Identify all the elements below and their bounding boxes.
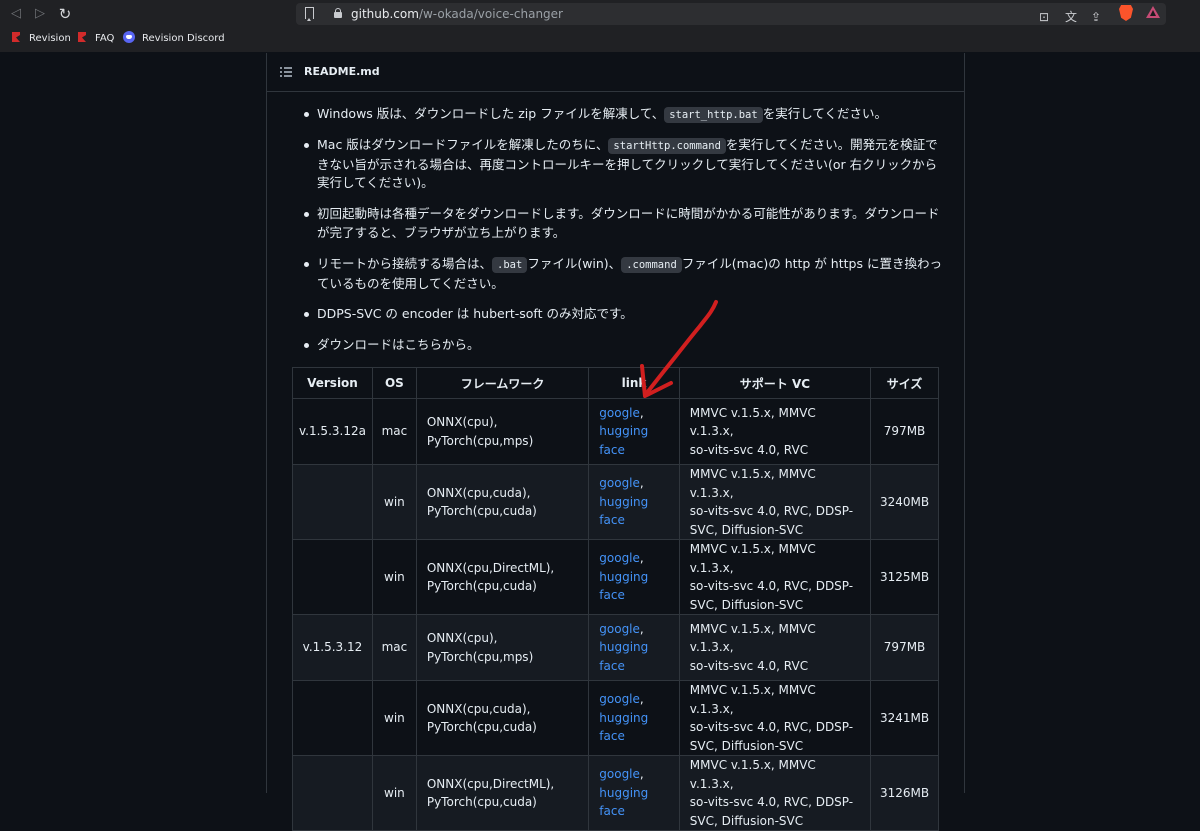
share-icon[interactable]: ⇪ xyxy=(1088,9,1104,25)
cell-version: v.1.5.3.12 xyxy=(292,614,373,681)
table-row: win ONNX(cpu,cuda), PyTorch(cpu,cuda) goo… xyxy=(292,680,939,756)
link-hugging-face[interactable]: hugging face xyxy=(599,424,648,457)
link-hugging-face[interactable]: hugging face xyxy=(599,640,648,673)
header-size: サイズ xyxy=(870,367,939,399)
cell-size: 3126MB xyxy=(870,755,939,831)
cell-link: google, hugging face xyxy=(588,539,680,615)
address-bar[interactable]: github.com/w-okada/voice-changer ⊡ 文 ⇪ xyxy=(296,3,1166,25)
cell-support-vc: MMVC v.1.5.x, MMVC v.1.3.x, so-vits-svc 4… xyxy=(678,398,872,465)
lock-icon[interactable] xyxy=(334,8,342,18)
cell-framework: ONNX(cpu), PyTorch(cpu,mps) xyxy=(415,398,590,465)
link-google[interactable]: google xyxy=(599,551,640,565)
cell-support-vc: MMVC v.1.5.x, MMVC v.1.3.x, so-vits-svc 4… xyxy=(678,539,872,615)
bookmark-revision[interactable]: Revision xyxy=(12,28,71,52)
cell-size: 3125MB xyxy=(870,539,939,615)
download-table: Version OS フレームワーク link サポート VC サイズ v.1.… xyxy=(292,367,939,831)
install-icon[interactable]: ⊡ xyxy=(1036,9,1052,25)
list-item: リモートから接続する場合は、 .bat ファイル(win)、 .command ファイル… xyxy=(304,255,942,293)
header-support-vc: サポート VC xyxy=(678,367,872,399)
cell-os: mac xyxy=(371,614,417,681)
inline-code: .command xyxy=(621,257,682,273)
link-hugging-face[interactable]: hugging face xyxy=(599,786,648,819)
cell-version xyxy=(292,464,373,540)
cell-framework: ONNX(cpu,DirectML), PyTorch(cpu,cuda) xyxy=(415,539,590,615)
header-link: link xyxy=(588,367,680,399)
header-version: Version xyxy=(292,367,373,399)
cell-link: google, hugging face xyxy=(588,755,680,831)
inline-code: .bat xyxy=(492,257,528,273)
table-row: win ONNX(cpu,DirectML), PyTorch(cpu,cuda)… xyxy=(292,539,939,615)
cell-link: google, hugging face xyxy=(588,614,680,681)
link-hugging-face[interactable]: hugging face xyxy=(599,570,648,603)
cell-support-vc: MMVC v.1.5.x, MMVC v.1.3.x, so-vits-svc 4… xyxy=(678,614,872,681)
bookmark-faq[interactable]: FAQ xyxy=(78,28,114,52)
link-google[interactable]: google xyxy=(599,692,640,706)
list-item: ダウンロードはこちらから。 xyxy=(304,336,942,355)
link-google[interactable]: google xyxy=(599,767,640,781)
list-item: Mac 版はダウンロードファイルを解凍したのちに、 startHttp.comma… xyxy=(304,136,942,193)
link-hugging-face[interactable]: hugging face xyxy=(599,711,648,744)
revision-icon xyxy=(78,32,86,42)
inline-code: start_http.bat xyxy=(664,107,763,123)
list-item: 初回起動時は各種データをダウンロードします。ダウンロードに時間がかかる可能性があ… xyxy=(304,205,942,242)
cell-link: google, hugging face xyxy=(588,464,680,540)
cell-os: win xyxy=(371,464,417,540)
cell-version xyxy=(292,680,373,756)
cell-os: win xyxy=(371,680,417,756)
back-icon[interactable]: ◁ xyxy=(7,5,25,23)
cell-link: google, hugging face xyxy=(588,680,680,756)
revision-icon xyxy=(12,32,20,42)
cell-version xyxy=(292,539,373,615)
cell-support-vc: MMVC v.1.5.x, MMVC v.1.3.x, so-vits-svc 4… xyxy=(678,755,872,831)
cell-version xyxy=(292,755,373,831)
link-google[interactable]: google xyxy=(599,406,640,420)
table-row: v.1.5.3.12 mac ONNX(cpu), PyTorch(cpu,mps… xyxy=(292,614,939,681)
link-hugging-face[interactable]: hugging face xyxy=(599,495,648,528)
cell-support-vc: MMVC v.1.5.x, MMVC v.1.3.x, so-vits-svc 4… xyxy=(678,680,872,756)
bookmark-icon[interactable] xyxy=(305,7,314,21)
cell-size: 797MB xyxy=(870,398,939,465)
bookmark-revision-discord[interactable]: Revision Discord xyxy=(123,28,225,52)
cell-os: mac xyxy=(371,398,417,465)
header-os: OS xyxy=(371,367,417,399)
list-item: Windows 版は、ダウンロードした zip ファイルを解凍して、 start_… xyxy=(304,105,942,125)
cell-link: google, hugging face xyxy=(588,398,680,465)
outline-list-icon[interactable] xyxy=(280,67,292,77)
cell-support-vc: MMVC v.1.5.x, MMVC v.1.3.x, so-vits-svc 4… xyxy=(678,464,872,540)
cell-size: 3241MB xyxy=(870,680,939,756)
brave-rewards-icon[interactable] xyxy=(1146,6,1160,18)
cell-framework: ONNX(cpu), PyTorch(cpu,mps) xyxy=(415,614,590,681)
cell-size: 3240MB xyxy=(870,464,939,540)
cell-framework: ONNX(cpu,cuda), PyTorch(cpu,cuda) xyxy=(415,680,590,756)
discord-icon xyxy=(123,31,135,43)
table-row: win ONNX(cpu,DirectML), PyTorch(cpu,cuda)… xyxy=(292,755,939,831)
browser-toolbar: ◁ ▷ ↻ github.com/w-okada/voice-changer ⊡… xyxy=(0,0,1200,28)
readme-panel: README.md Windows 版は、ダウンロードした zip ファイルを解… xyxy=(266,53,965,831)
cell-version: v.1.5.3.12a xyxy=(292,398,373,465)
readme-header: README.md xyxy=(267,53,964,92)
translate-icon[interactable]: 文 xyxy=(1063,9,1079,25)
inline-code: startHttp.command xyxy=(608,138,726,154)
table-header-row: Version OS フレームワーク link サポート VC サイズ xyxy=(292,367,939,399)
reload-icon[interactable]: ↻ xyxy=(56,5,74,23)
table-row: v.1.5.3.12a mac ONNX(cpu), PyTorch(cpu,mp… xyxy=(292,398,939,465)
url-text[interactable]: github.com/w-okada/voice-changer xyxy=(351,3,563,25)
cell-os: win xyxy=(371,755,417,831)
header-framework: フレームワーク xyxy=(415,367,590,399)
cell-os: win xyxy=(371,539,417,615)
cell-framework: ONNX(cpu,DirectML), PyTorch(cpu,cuda) xyxy=(415,755,590,831)
cell-size: 797MB xyxy=(870,614,939,681)
link-google[interactable]: google xyxy=(599,476,640,490)
list-item: DDPS-SVC の encoder は hubert-soft のみ対応です。 xyxy=(304,305,942,324)
cell-framework: ONNX(cpu,cuda), PyTorch(cpu,cuda) xyxy=(415,464,590,540)
table-row: win ONNX(cpu,cuda), PyTorch(cpu,cuda) goo… xyxy=(292,464,939,540)
readme-title: README.md xyxy=(304,65,380,78)
link-google[interactable]: google xyxy=(599,622,640,636)
bookmarks-bar: Revision FAQ Revision Discord xyxy=(0,28,1200,52)
forward-icon[interactable]: ▷ xyxy=(31,5,49,23)
